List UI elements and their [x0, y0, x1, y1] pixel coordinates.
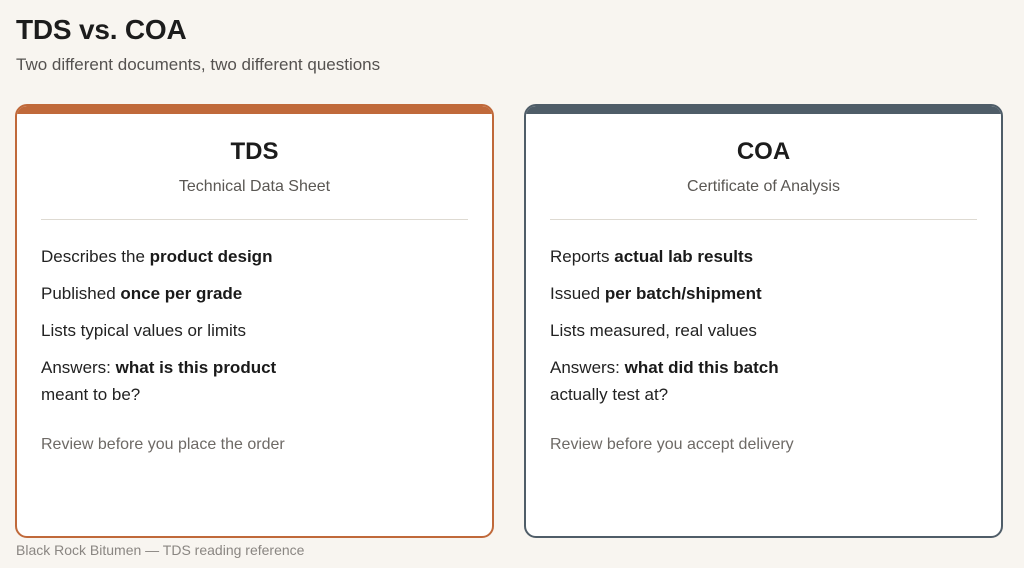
- tds-line-4-text: Answers:: [41, 358, 116, 377]
- tds-line-4: Answers: what is this product meant to b…: [41, 354, 316, 408]
- page-subtitle: Two different documents, two different q…: [16, 55, 381, 74]
- page: TDS vs. COA Two different documents, two…: [0, 0, 1024, 568]
- coa-card-divider: [550, 219, 977, 220]
- coa-card-header: COA Certificate of Analysis: [526, 138, 1001, 196]
- coa-line-2-bold: per batch/shipment: [604, 284, 762, 303]
- tds-card-subtitle: Technical Data Sheet: [178, 178, 331, 195]
- coa-card-title: COA: [736, 138, 791, 165]
- tds-line-4-post: meant to be?: [41, 385, 141, 404]
- tds-line-2-bold: once per grade: [120, 284, 243, 303]
- tds-line-3-text: Lists typical values or limits: [41, 321, 247, 340]
- tds-card-title: TDS: [230, 138, 279, 165]
- coa-line-1-text: Reports: [550, 247, 615, 266]
- tds-card-lines: Describes the product design Published o…: [41, 243, 461, 418]
- coa-line-4: Answers: what did this batch actually te…: [550, 354, 825, 408]
- tds-line-4-bold: what is this product: [115, 358, 277, 377]
- coa-line-1: Reports actual lab results: [550, 243, 970, 270]
- tds-card-note: Review before you place the order: [41, 436, 285, 453]
- coa-line-2: Issued per batch/shipment: [550, 280, 970, 307]
- footer-credit: Black Rock Bitumen — TDS reading referen…: [16, 542, 305, 558]
- coa-line-3-text: Lists measured, real values: [550, 321, 757, 340]
- coa-line-4-text: Answers:: [550, 358, 625, 377]
- coa-card: COA Certificate of Analysis Reports actu…: [524, 104, 1003, 538]
- coa-line-1-bold: actual lab results: [614, 247, 754, 266]
- tds-card: TDS Technical Data Sheet Describes the p…: [15, 104, 494, 538]
- coa-card-accent-bar: [526, 106, 1001, 114]
- coa-card-subtitle: Certificate of Analysis: [687, 178, 840, 195]
- tds-line-2-text: Published: [41, 284, 121, 303]
- coa-card-note: Review before you accept delivery: [550, 436, 794, 453]
- coa-line-4-post: actually test at?: [550, 385, 669, 404]
- coa-line-2-text: Issued: [550, 284, 605, 303]
- tds-card-divider: [41, 219, 468, 220]
- tds-card-header: TDS Technical Data Sheet: [17, 138, 492, 196]
- coa-card-lines: Reports actual lab results Issued per ba…: [550, 243, 970, 418]
- page-title: TDS vs. COA: [16, 14, 187, 45]
- tds-card-accent-bar: [17, 106, 492, 114]
- tds-line-1: Describes the product design: [41, 243, 461, 270]
- coa-line-4-bold: what did this batch: [624, 358, 779, 377]
- tds-line-1-bold: product design: [149, 247, 273, 266]
- coa-line-3: Lists measured, real values: [550, 317, 970, 344]
- tds-line-1-text: Describes the: [41, 247, 150, 266]
- tds-line-2: Published once per grade: [41, 280, 461, 307]
- tds-line-3: Lists typical values or limits: [41, 317, 461, 344]
